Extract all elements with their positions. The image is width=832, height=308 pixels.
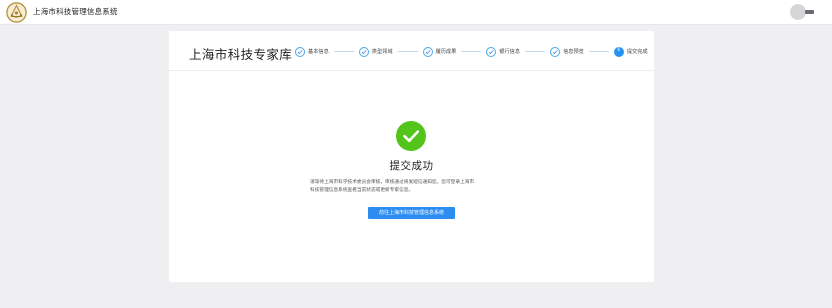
step-type-field: 类型领域 <box>358 46 393 57</box>
step-label: 履历成果 <box>435 49 457 55</box>
top-bar: 上海市科技管理信息系统 <box>0 0 832 25</box>
go-to-system-button[interactable]: 前往上海市科技管理信息系统 <box>368 207 455 219</box>
step-bank-info: 银行信息 <box>486 46 521 57</box>
step-label: 类型领域 <box>371 49 393 55</box>
check-icon <box>486 46 497 57</box>
system-title: 上海市科技管理信息系统 <box>33 7 118 16</box>
step-connector <box>397 51 418 52</box>
check-icon <box>550 46 561 57</box>
page-title: 上海市科技专家库 <box>189 47 293 62</box>
step-number: 6 <box>617 48 621 54</box>
main-panel: 上海市科技专家库 基本信息 类型领域 履历成果 银行信息 信息预览 6 提交完成… <box>169 31 654 282</box>
check-icon <box>295 46 305 57</box>
step-connector <box>333 51 354 52</box>
check-icon <box>422 46 433 57</box>
panel-header: 上海市科技专家库 基本信息 类型领域 履历成果 银行信息 信息预览 6 提交完成 <box>169 31 654 71</box>
step-preview: 信息预览 <box>550 46 584 57</box>
check-icon <box>358 46 369 57</box>
step-complete: 6 提交完成 <box>613 46 648 57</box>
step-connector <box>461 51 482 52</box>
success-description: 请等待上海市科学技术委员会审核，审核通过将发短信通知您。您可登录上海市 科技管理… <box>310 179 520 195</box>
description-line: 请等待上海市科学技术委员会审核，审核通过将发短信通知您。您可登录上海市 <box>310 180 475 185</box>
description-line: 科技管理信息系统查看当前状态或更新专家信息。 <box>310 188 414 193</box>
step-label: 基本信息 <box>308 49 329 55</box>
step-connector <box>588 51 609 52</box>
success-title: 提交成功 <box>389 160 434 172</box>
step-basic-info: 基本信息 <box>295 46 329 57</box>
step-number-icon: 6 <box>613 46 624 57</box>
seal-logo-icon <box>6 2 27 23</box>
avatar[interactable] <box>790 4 806 20</box>
check-circle-icon <box>396 121 426 151</box>
step-label: 银行信息 <box>499 49 521 55</box>
user-menu[interactable] <box>790 4 822 20</box>
step-label: 提交完成 <box>626 49 648 55</box>
step-connector <box>525 51 546 52</box>
user-menu-caret-icon[interactable] <box>805 10 814 14</box>
step-label: 信息预览 <box>563 49 584 55</box>
progress-steps: 基本信息 类型领域 履历成果 银行信息 信息预览 6 提交完成 <box>295 46 648 57</box>
step-resume: 履历成果 <box>422 46 457 57</box>
